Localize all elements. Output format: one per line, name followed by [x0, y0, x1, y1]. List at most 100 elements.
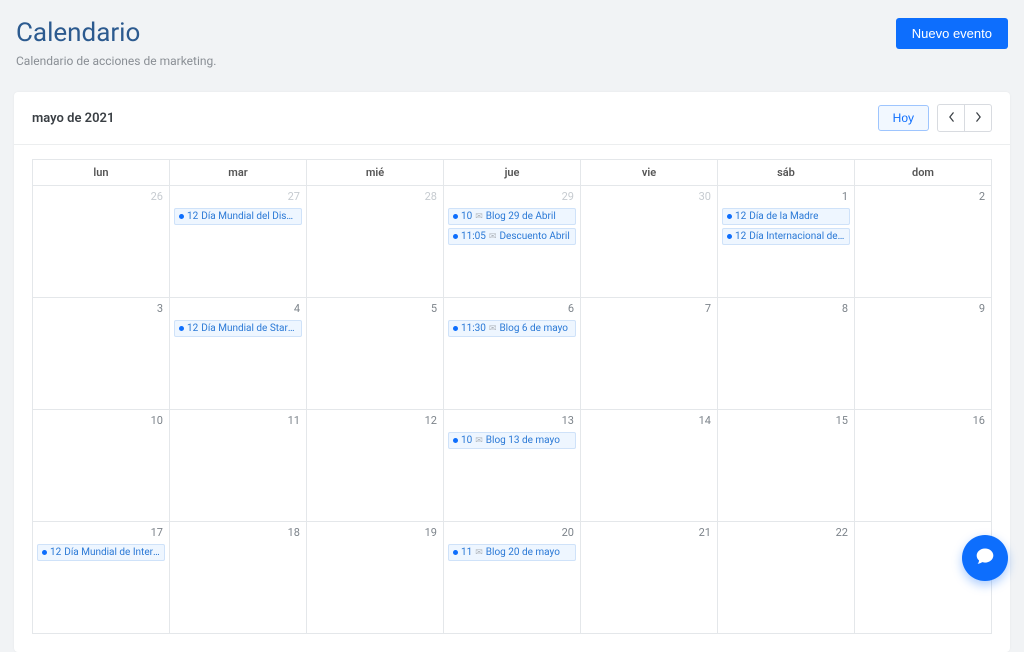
- day-number: 4: [294, 302, 300, 315]
- calendar-event[interactable]: 12Día Mundial de Star Wars: [174, 320, 302, 337]
- event-dot-icon: [727, 234, 732, 239]
- weekday-header: vie: [581, 160, 718, 186]
- event-dot-icon: [453, 234, 458, 239]
- mail-icon: ✉: [489, 232, 497, 242]
- day-cell[interactable]: 3: [33, 298, 170, 410]
- day-number: 14: [699, 414, 711, 427]
- chat-icon: [975, 546, 995, 570]
- chat-fab[interactable]: [962, 535, 1008, 581]
- day-cell[interactable]: 8: [718, 298, 855, 410]
- today-button[interactable]: Hoy: [878, 105, 929, 131]
- event-time: 12: [50, 547, 61, 558]
- event-dot-icon: [453, 214, 458, 219]
- day-cell[interactable]: 16: [855, 410, 992, 522]
- event-title: Blog 29 de Abril: [486, 211, 556, 222]
- weekday-header: mié: [307, 160, 444, 186]
- next-button[interactable]: [964, 104, 992, 132]
- event-dot-icon: [453, 438, 458, 443]
- chevron-left-icon: [948, 112, 955, 125]
- weekday-header: sáb: [718, 160, 855, 186]
- event-time: 12: [187, 211, 198, 222]
- day-number: 19: [425, 526, 437, 539]
- event-title: Blog 13 de mayo: [486, 435, 560, 446]
- weekday-header: dom: [855, 160, 992, 186]
- event-time: 11: [461, 547, 472, 558]
- day-cell[interactable]: 5: [307, 298, 444, 410]
- mail-icon: ✉: [475, 212, 483, 222]
- day-cell[interactable]: 22: [718, 522, 855, 634]
- day-number: 10: [151, 414, 163, 427]
- mail-icon: ✉: [475, 548, 483, 558]
- day-cell[interactable]: 27 12Día Mundial del Diseño Grá: [170, 186, 307, 298]
- event-dot-icon: [179, 326, 184, 331]
- day-number: 6: [568, 302, 574, 315]
- event-dot-icon: [453, 326, 458, 331]
- mail-icon: ✉: [489, 324, 497, 334]
- new-event-button[interactable]: Nuevo evento: [896, 18, 1008, 49]
- day-cell[interactable]: 26: [33, 186, 170, 298]
- day-cell[interactable]: 21: [581, 522, 718, 634]
- page-title: Calendario: [16, 18, 216, 48]
- day-number: 7: [705, 302, 711, 315]
- page-subtitle: Calendario de acciones de marketing.: [16, 54, 216, 68]
- day-cell[interactable]: 13 10✉Blog 13 de mayo: [444, 410, 581, 522]
- event-time: 11:30: [461, 323, 486, 334]
- calendar-event[interactable]: 12Día Mundial del Diseño Grá: [174, 208, 302, 225]
- day-cell[interactable]: 14: [581, 410, 718, 522]
- day-cell[interactable]: 9: [855, 298, 992, 410]
- day-cell[interactable]: 29 10✉Blog 29 de Abril 11:05✉Descuento Abr…: [444, 186, 581, 298]
- day-number: 29: [562, 190, 574, 203]
- day-cell[interactable]: 112Día de la Madre12Día Internacional de…: [718, 186, 855, 298]
- event-title: Día Mundial de Star Wars: [201, 323, 297, 334]
- day-number: 27: [288, 190, 300, 203]
- day-number: 17: [151, 526, 163, 539]
- event-title: Blog 20 de mayo: [486, 547, 560, 558]
- event-title: Día Mundial del Diseño Grá: [201, 211, 297, 222]
- calendar-event[interactable]: 11:30✉Blog 6 de mayo: [448, 320, 576, 337]
- day-cell[interactable]: 6 11:30✉Blog 6 de mayo: [444, 298, 581, 410]
- day-cell[interactable]: 19: [307, 522, 444, 634]
- prev-button[interactable]: [937, 104, 965, 132]
- calendar-grid: lunmarmiéjueviesábdom 262712Día Mundial …: [32, 159, 992, 634]
- day-number: 9: [979, 302, 985, 315]
- weekday-header: jue: [444, 160, 581, 186]
- day-number: 8: [842, 302, 848, 315]
- calendar-period-label: mayo de 2021: [32, 111, 114, 126]
- day-cell[interactable]: 28: [307, 186, 444, 298]
- calendar-event[interactable]: 12Día Mundial de Internet: [37, 544, 165, 561]
- day-number: 13: [562, 414, 574, 427]
- weekday-header: mar: [170, 160, 307, 186]
- calendar-event[interactable]: 11✉Blog 20 de mayo: [448, 544, 576, 561]
- day-cell[interactable]: 15: [718, 410, 855, 522]
- day-number: 1: [842, 190, 848, 203]
- day-cell[interactable]: 17 12Día Mundial de Internet: [33, 522, 170, 634]
- event-dot-icon: [42, 550, 47, 555]
- day-cell[interactable]: 10: [33, 410, 170, 522]
- event-time: 12: [735, 211, 746, 222]
- day-cell[interactable]: 7: [581, 298, 718, 410]
- calendar-event[interactable]: 12Día de la Madre: [722, 208, 850, 225]
- day-number: 3: [157, 302, 163, 315]
- day-cell[interactable]: 12: [307, 410, 444, 522]
- day-number: 18: [288, 526, 300, 539]
- mail-icon: ✉: [475, 436, 483, 446]
- day-number: 21: [699, 526, 711, 539]
- day-cell[interactable]: 30: [581, 186, 718, 298]
- day-cell[interactable]: 11: [170, 410, 307, 522]
- day-cell[interactable]: 2011✉Blog 20 de mayo: [444, 522, 581, 634]
- event-title: Blog 6 de mayo: [499, 323, 567, 334]
- event-time: 11:05: [461, 231, 486, 242]
- calendar-event[interactable]: 11:05✉Descuento Abril: [448, 228, 576, 245]
- calendar-event[interactable]: 12Día Internacional de los Tra: [722, 228, 850, 245]
- event-dot-icon: [179, 214, 184, 219]
- day-cell[interactable]: 2: [855, 186, 992, 298]
- event-dot-icon: [727, 214, 732, 219]
- event-title: Día Internacional de los Tra: [749, 231, 845, 242]
- calendar-card: mayo de 2021 Hoy lunmarmiéjueviesábdo: [14, 92, 1010, 652]
- day-cell[interactable]: 4 12Día Mundial de Star Wars: [170, 298, 307, 410]
- day-cell[interactable]: 18: [170, 522, 307, 634]
- day-number: 15: [836, 414, 848, 427]
- calendar-event[interactable]: 10✉Blog 29 de Abril: [448, 208, 576, 225]
- day-number: 11: [288, 414, 300, 427]
- calendar-event[interactable]: 10✉Blog 13 de mayo: [448, 432, 576, 449]
